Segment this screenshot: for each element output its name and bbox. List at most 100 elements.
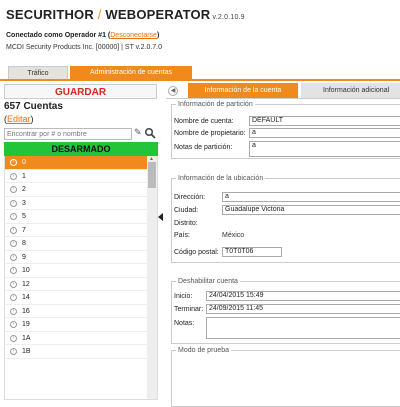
account-number: 7 bbox=[22, 226, 26, 234]
account-list-panel: GUARDAR 657 Cuentas (Editar) ✎ DESARMADO… bbox=[3, 81, 158, 400]
start-date-field[interactable]: 24/04/2015 15:49 bbox=[206, 291, 400, 301]
arrow-right-icon: › bbox=[10, 267, 17, 274]
country-label: País: bbox=[174, 232, 190, 239]
arrow-right-icon: › bbox=[10, 240, 17, 247]
account-list-item[interactable]: › 9 bbox=[5, 251, 147, 264]
app-version: v.2.0.10.9 bbox=[210, 14, 245, 21]
account-list-item[interactable]: › 3 bbox=[5, 197, 147, 210]
postal-code-label: Código postal: bbox=[174, 249, 219, 256]
account-number: 10 bbox=[22, 267, 30, 274]
account-list-item[interactable]: › 8 bbox=[5, 237, 147, 251]
brand-weboperator: WEBOPERATOR bbox=[105, 7, 211, 22]
country-value: México bbox=[222, 232, 245, 239]
arrow-right-icon: › bbox=[10, 172, 17, 180]
tab-trafico[interactable]: Tráfico bbox=[8, 66, 68, 79]
owner-name-field[interactable]: a bbox=[249, 128, 400, 138]
arrow-right-icon: › bbox=[10, 307, 17, 315]
account-list-item[interactable]: › 0 bbox=[5, 156, 147, 170]
disable-notes-field[interactable] bbox=[206, 317, 400, 339]
location-legend: Información de la ubicación bbox=[178, 175, 264, 182]
disable-legend: Deshabilitar cuenta bbox=[178, 278, 238, 285]
arrow-right-icon: › bbox=[10, 253, 17, 261]
tab-scroll-left-icon[interactable]: ◀ bbox=[168, 86, 178, 96]
account-number: 1B bbox=[22, 348, 31, 355]
account-search-input[interactable] bbox=[4, 128, 132, 140]
collapse-left-icon[interactable] bbox=[158, 213, 163, 221]
arrow-right-icon: › bbox=[10, 159, 17, 166]
start-label: Inicio: bbox=[174, 293, 193, 300]
postal-code-field[interactable]: T0T0T06 bbox=[222, 247, 282, 257]
account-number: 8 bbox=[22, 240, 26, 247]
operator-suffix: ) bbox=[156, 32, 160, 39]
account-number: 9 bbox=[22, 253, 26, 261]
edit-paren-close: ) bbox=[30, 114, 34, 124]
partition-notes-label: Notas de partición: bbox=[174, 144, 233, 151]
main-tab-bar: Tráfico Administración de cuentas bbox=[0, 66, 400, 81]
account-list-item[interactable]: › 1 bbox=[5, 170, 147, 183]
account-list-item[interactable]: › 1A bbox=[5, 332, 147, 345]
account-name-label: Nombre de cuenta: bbox=[174, 118, 234, 125]
arrow-right-icon: › bbox=[10, 186, 17, 193]
end-date-field[interactable]: 24/09/2015 11:45 bbox=[206, 304, 400, 314]
account-count: 657 Cuentas bbox=[4, 101, 63, 112]
account-list-item[interactable]: › 16 bbox=[5, 305, 147, 318]
account-number: 12 bbox=[22, 280, 30, 288]
test-mode-legend: Modo de prueba bbox=[178, 347, 229, 354]
disable-notes-label: Notas: bbox=[174, 320, 195, 327]
disconnect-link[interactable]: Desconectarse bbox=[110, 32, 157, 39]
arrow-right-icon: › bbox=[10, 199, 17, 207]
account-detail-panel: ◀ Información de la cuenta Información a… bbox=[166, 81, 400, 407]
operator-label: Conectado como Operador #1 ( bbox=[6, 32, 111, 39]
account-list-item[interactable]: › 1B bbox=[5, 345, 147, 359]
city-label: Ciudad: bbox=[174, 207, 199, 214]
account-list-item[interactable]: › 5 bbox=[5, 210, 147, 224]
district-label: Distrito: bbox=[174, 220, 198, 227]
account-number: 14 bbox=[22, 294, 30, 301]
company-info: MCDI Security Products Inc. [00000] | ST… bbox=[6, 44, 163, 51]
tab-account-info[interactable]: Información de la cuenta bbox=[188, 83, 298, 98]
search-icon[interactable] bbox=[144, 127, 156, 139]
account-number: 1 bbox=[22, 172, 26, 180]
arrow-right-icon: › bbox=[10, 213, 17, 220]
account-list: › 0 › 1 › 2 › 3 › 5 › 7 › 8 › 9 › 10 › 12 › 14 › 16 › 19 › 1A › 1B ▲ bbox=[4, 156, 158, 400]
account-list-item[interactable]: › 10 bbox=[5, 264, 147, 278]
partition-legend: Información de partición bbox=[178, 101, 253, 108]
tab-additional-info[interactable]: Información adicional bbox=[301, 83, 400, 98]
address-label: Dirección: bbox=[174, 194, 206, 201]
app-title: SECURITHOR / WEBOPERATOR v.2.0.10.9 bbox=[6, 7, 245, 22]
account-name-field[interactable]: DEFAULT bbox=[249, 116, 400, 126]
test-mode-section: Modo de prueba bbox=[171, 347, 400, 407]
arrow-right-icon: › bbox=[10, 334, 17, 342]
account-list-item[interactable]: › 12 bbox=[5, 278, 147, 291]
arrow-right-icon: › bbox=[10, 294, 17, 301]
detail-tab-bar: ◀ Información de la cuenta Información a… bbox=[166, 83, 400, 99]
arrow-right-icon: › bbox=[10, 348, 17, 355]
account-list-item[interactable]: › 14 bbox=[5, 291, 147, 305]
account-number: 19 bbox=[22, 321, 30, 328]
account-number: 5 bbox=[22, 213, 26, 220]
save-button[interactable]: GUARDAR bbox=[4, 84, 157, 99]
address-field[interactable]: a bbox=[222, 192, 400, 202]
account-number: 3 bbox=[22, 199, 26, 207]
operator-status: Conectado como Operador #1 (Desconectars… bbox=[6, 32, 159, 39]
account-number: 0 bbox=[22, 159, 26, 166]
edit-accounts: (Editar) bbox=[4, 114, 34, 124]
account-number: 2 bbox=[22, 186, 26, 193]
status-banner: DESARMADO bbox=[4, 142, 158, 156]
list-scrollbar[interactable]: ▲ bbox=[147, 156, 157, 399]
account-list-item[interactable]: › 7 bbox=[5, 224, 147, 237]
edit-link[interactable]: Editar bbox=[7, 114, 31, 124]
arrow-right-icon: › bbox=[10, 280, 17, 288]
account-number: 16 bbox=[22, 307, 30, 315]
arrow-right-icon: › bbox=[10, 321, 17, 328]
tab-account-admin[interactable]: Administración de cuentas bbox=[70, 66, 192, 79]
city-field[interactable]: Guadalupe Victoria bbox=[222, 205, 400, 215]
owner-name-label: Nombre de propietario: bbox=[174, 130, 246, 137]
brand-separator: / bbox=[93, 7, 106, 22]
account-list-item[interactable]: › 19 bbox=[5, 318, 147, 332]
scroll-thumb[interactable] bbox=[148, 162, 156, 188]
brand-securithor: SECURITHOR bbox=[6, 7, 94, 22]
account-list-item[interactable]: › 2 bbox=[5, 183, 147, 197]
pencil-icon[interactable]: ✎ bbox=[134, 127, 142, 138]
partition-notes-field[interactable]: a bbox=[249, 141, 400, 157]
